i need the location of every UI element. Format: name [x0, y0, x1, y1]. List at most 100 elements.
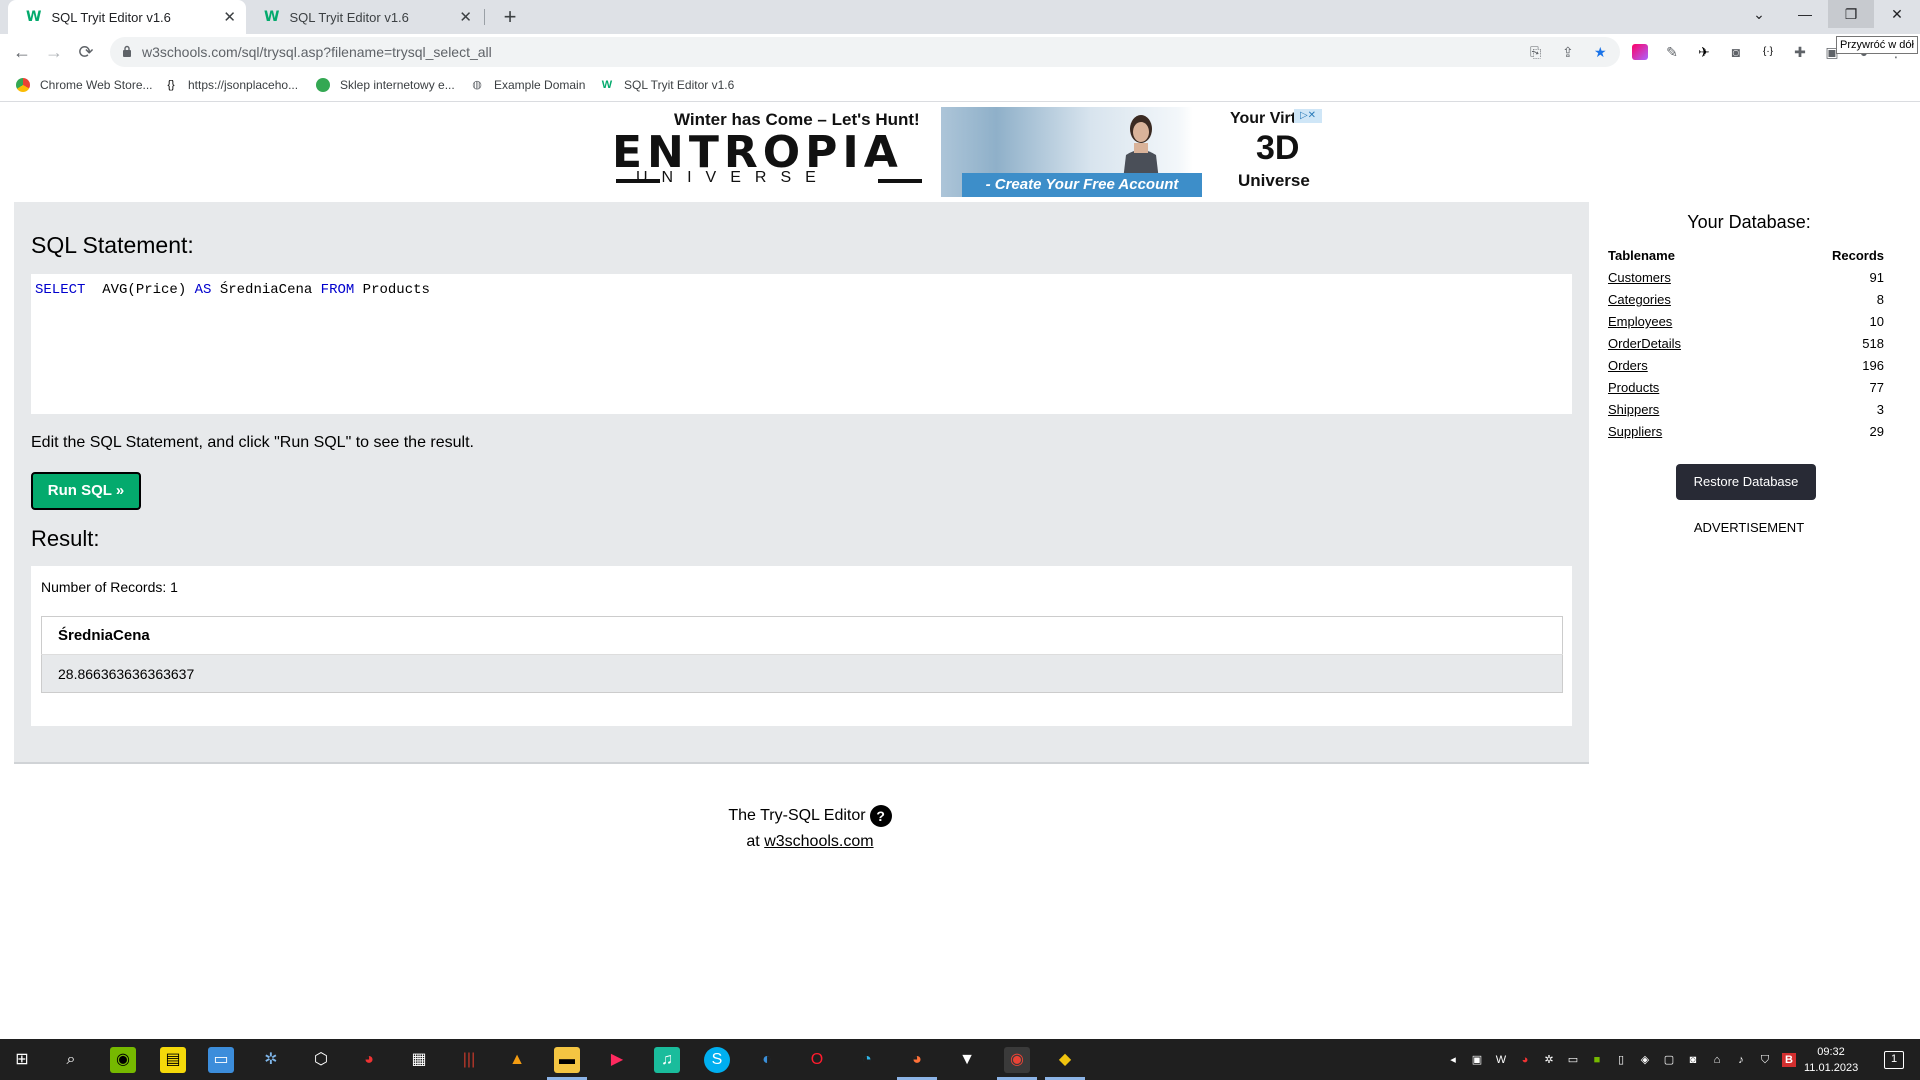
footer-title: The Try-SQL Editor	[728, 807, 866, 825]
media-player-icon[interactable]: ▶	[604, 1047, 630, 1073]
reload-icon[interactable]: ⟳	[74, 40, 98, 64]
tray-monitor-icon[interactable]: ▢	[1662, 1053, 1676, 1067]
tray-wifi-icon[interactable]: ⌂	[1710, 1053, 1724, 1067]
table-link-orders[interactable]: Orders	[1608, 358, 1648, 373]
forward-arrow-icon[interactable]: →	[42, 40, 66, 64]
sticky-notes-icon[interactable]: ▤	[160, 1047, 186, 1073]
vpn-app-icon[interactable]: ▼	[954, 1047, 980, 1073]
git-app-icon[interactable]: ◆	[1052, 1047, 1078, 1073]
translate-icon[interactable]: ⎘	[1530, 44, 1541, 61]
bookmark-chrome-web-store[interactable]: Chrome Web Store...	[16, 78, 153, 92]
restore-database-button[interactable]: Restore Database	[1676, 464, 1816, 500]
lock-icon	[123, 45, 131, 57]
sql-keyword-from: FROM	[320, 282, 355, 298]
tray-winrar-icon[interactable]: W	[1494, 1053, 1508, 1067]
tray-network-icon[interactable]: ✲	[1542, 1053, 1556, 1067]
address-bar[interactable]: w3schools.com/sql/trysql.asp?filename=tr…	[110, 37, 1620, 67]
file-explorer-icon[interactable]: ▬	[554, 1047, 580, 1073]
unity-icon[interactable]: ⬡	[308, 1047, 334, 1073]
record-count-cell: 3	[1876, 402, 1884, 417]
w3schools-link[interactable]: w3schools.com	[764, 833, 873, 850]
bookmark-jsonplaceholder[interactable]: {} https://jsonplaceho...	[164, 78, 298, 92]
table-row: 28.866363636363637	[41, 654, 1563, 693]
bookmark-label: Example Domain	[494, 78, 586, 92]
footer: The Try-SQL Editor? at w3schools.com	[700, 805, 920, 851]
extension-rocket-icon[interactable]: ✈	[1696, 44, 1712, 60]
tray-shield-icon[interactable]: ⛉	[1758, 1053, 1772, 1067]
table-link-orderdetails[interactable]: OrderDetails	[1608, 336, 1681, 351]
table-link-suppliers[interactable]: Suppliers	[1608, 424, 1662, 439]
json-extension-icon[interactable]: {·}	[1760, 44, 1776, 60]
network-app-icon[interactable]: ✲	[258, 1047, 284, 1073]
nvidia-icon[interactable]: ◉	[110, 1047, 136, 1073]
calculator-icon[interactable]: ▦	[406, 1047, 432, 1073]
msi-afterburner-icon[interactable]: ◕	[356, 1047, 382, 1073]
table-link-customers[interactable]: Customers	[1608, 270, 1671, 285]
tray-dropbox-icon[interactable]: ◈	[1638, 1053, 1652, 1067]
close-tab-icon[interactable]: ✕	[223, 8, 236, 26]
tray-chevron-icon[interactable]: ◂	[1446, 1053, 1460, 1067]
ad-cta[interactable]: - Create Your Free Account Today -	[962, 173, 1202, 197]
notification-center-icon[interactable]: 1	[1884, 1051, 1904, 1069]
sql-text: ŚredniaCena	[211, 282, 321, 298]
chrome-icon[interactable]: ◉	[1004, 1047, 1030, 1073]
tray-display-icon[interactable]: ▭	[1566, 1053, 1580, 1067]
tray-afterburner-icon[interactable]: ◕	[1518, 1053, 1532, 1067]
clock[interactable]: 09:32 11.01.2023	[1804, 1044, 1858, 1076]
result-panel: Number of Records: 1 ŚredniaCena 28.8663…	[31, 566, 1572, 726]
winrar-icon[interactable]: |||	[456, 1047, 482, 1073]
bookmark-star-icon[interactable]: ★	[1594, 44, 1607, 61]
opera-icon[interactable]: O	[804, 1047, 830, 1073]
tab-sql-tryit-1[interactable]: W SQL Tryit Editor v1.6 ✕	[8, 0, 246, 34]
volume-icon[interactable]: ♪	[1734, 1053, 1748, 1067]
firefox-icon[interactable]: ◕	[904, 1047, 930, 1073]
minimize-button[interactable]: —	[1782, 0, 1828, 28]
database-panel: Your Database: Tablename Records Custome…	[1594, 202, 1904, 562]
run-sql-button[interactable]: Run SQL »	[31, 472, 141, 510]
camera-icon[interactable]: ◙	[1728, 44, 1744, 60]
vlc-icon[interactable]: ▲	[504, 1047, 530, 1073]
table-link-categories[interactable]: Categories	[1608, 292, 1671, 307]
table-link-products[interactable]: Products	[1608, 380, 1659, 395]
windows-start-icon[interactable]: ⊞	[9, 1047, 35, 1073]
tray-camera-icon[interactable]: ◙	[1686, 1053, 1700, 1067]
tray-usb-icon[interactable]: ▯	[1614, 1053, 1628, 1067]
eyedropper-icon[interactable]: ✎	[1664, 44, 1680, 60]
ad-choices-icon[interactable]: ▷✕	[1294, 109, 1322, 123]
firefox-dev-icon[interactable]: ◐	[754, 1047, 780, 1073]
footer-line1: The Try-SQL Editor?	[700, 805, 920, 827]
help-icon[interactable]: ?	[869, 805, 892, 827]
instruction-text: Edit the SQL Statement, and click "Run S…	[31, 434, 474, 451]
tab-sql-tryit-2[interactable]: W SQL Tryit Editor v1.6 ✕	[246, 0, 482, 34]
tray-nvidia-icon[interactable]: ■	[1590, 1053, 1604, 1067]
search-icon[interactable]: ⌕	[58, 1047, 84, 1073]
table-link-employees[interactable]: Employees	[1608, 314, 1672, 329]
bookmark-sql-tryit[interactable]: W SQL Tryit Editor v1.6	[600, 78, 734, 92]
new-tab-button[interactable]: +	[498, 4, 522, 30]
puzzle-extensions-icon[interactable]: ✚	[1792, 44, 1808, 60]
sql-editor[interactable]: SELECT AVG(Price) AS ŚredniaCena FROM Pr…	[31, 274, 1572, 414]
display-settings-icon[interactable]: ▭	[208, 1047, 234, 1073]
share-icon[interactable]: ⇪	[1562, 44, 1574, 61]
tray-b-icon[interactable]: B	[1782, 1053, 1796, 1067]
ad-banner[interactable]: Winter has Come – Let's Hunt! ENTROPIA U…	[596, 107, 1324, 197]
bookmark-example-domain[interactable]: ◍ Example Domain	[470, 78, 585, 92]
close-window-button[interactable]: ✕	[1874, 0, 1920, 28]
back-arrow-icon[interactable]: ←	[10, 40, 34, 64]
editor-panel: SQL Statement: SELECT AVG(Price) AS Śred…	[14, 202, 1589, 764]
close-tab-icon[interactable]: ✕	[459, 8, 472, 26]
restore-down-button[interactable]: ❐	[1828, 0, 1874, 28]
url-text: w3schools.com/sql/trysql.asp?filename=tr…	[142, 44, 492, 60]
sql-statement-heading: SQL Statement:	[31, 232, 194, 258]
skype-icon[interactable]: S	[704, 1047, 730, 1073]
tray-gpu-icon[interactable]: ▣	[1470, 1053, 1484, 1067]
headphones-app-icon[interactable]: ♫	[654, 1047, 680, 1073]
table-link-shippers[interactable]: Shippers	[1608, 402, 1659, 417]
result-heading: Result:	[31, 526, 100, 551]
w3schools-favicon-icon: W	[26, 9, 42, 25]
edge-icon[interactable]: ◔	[854, 1047, 880, 1073]
color-extension-icon[interactable]	[1632, 44, 1648, 60]
bookmark-sklep[interactable]: Sklep internetowy e...	[316, 78, 455, 92]
tab-search-chevron-icon[interactable]: ⌄	[1736, 0, 1782, 28]
sql-keyword-as: AS	[194, 282, 212, 298]
